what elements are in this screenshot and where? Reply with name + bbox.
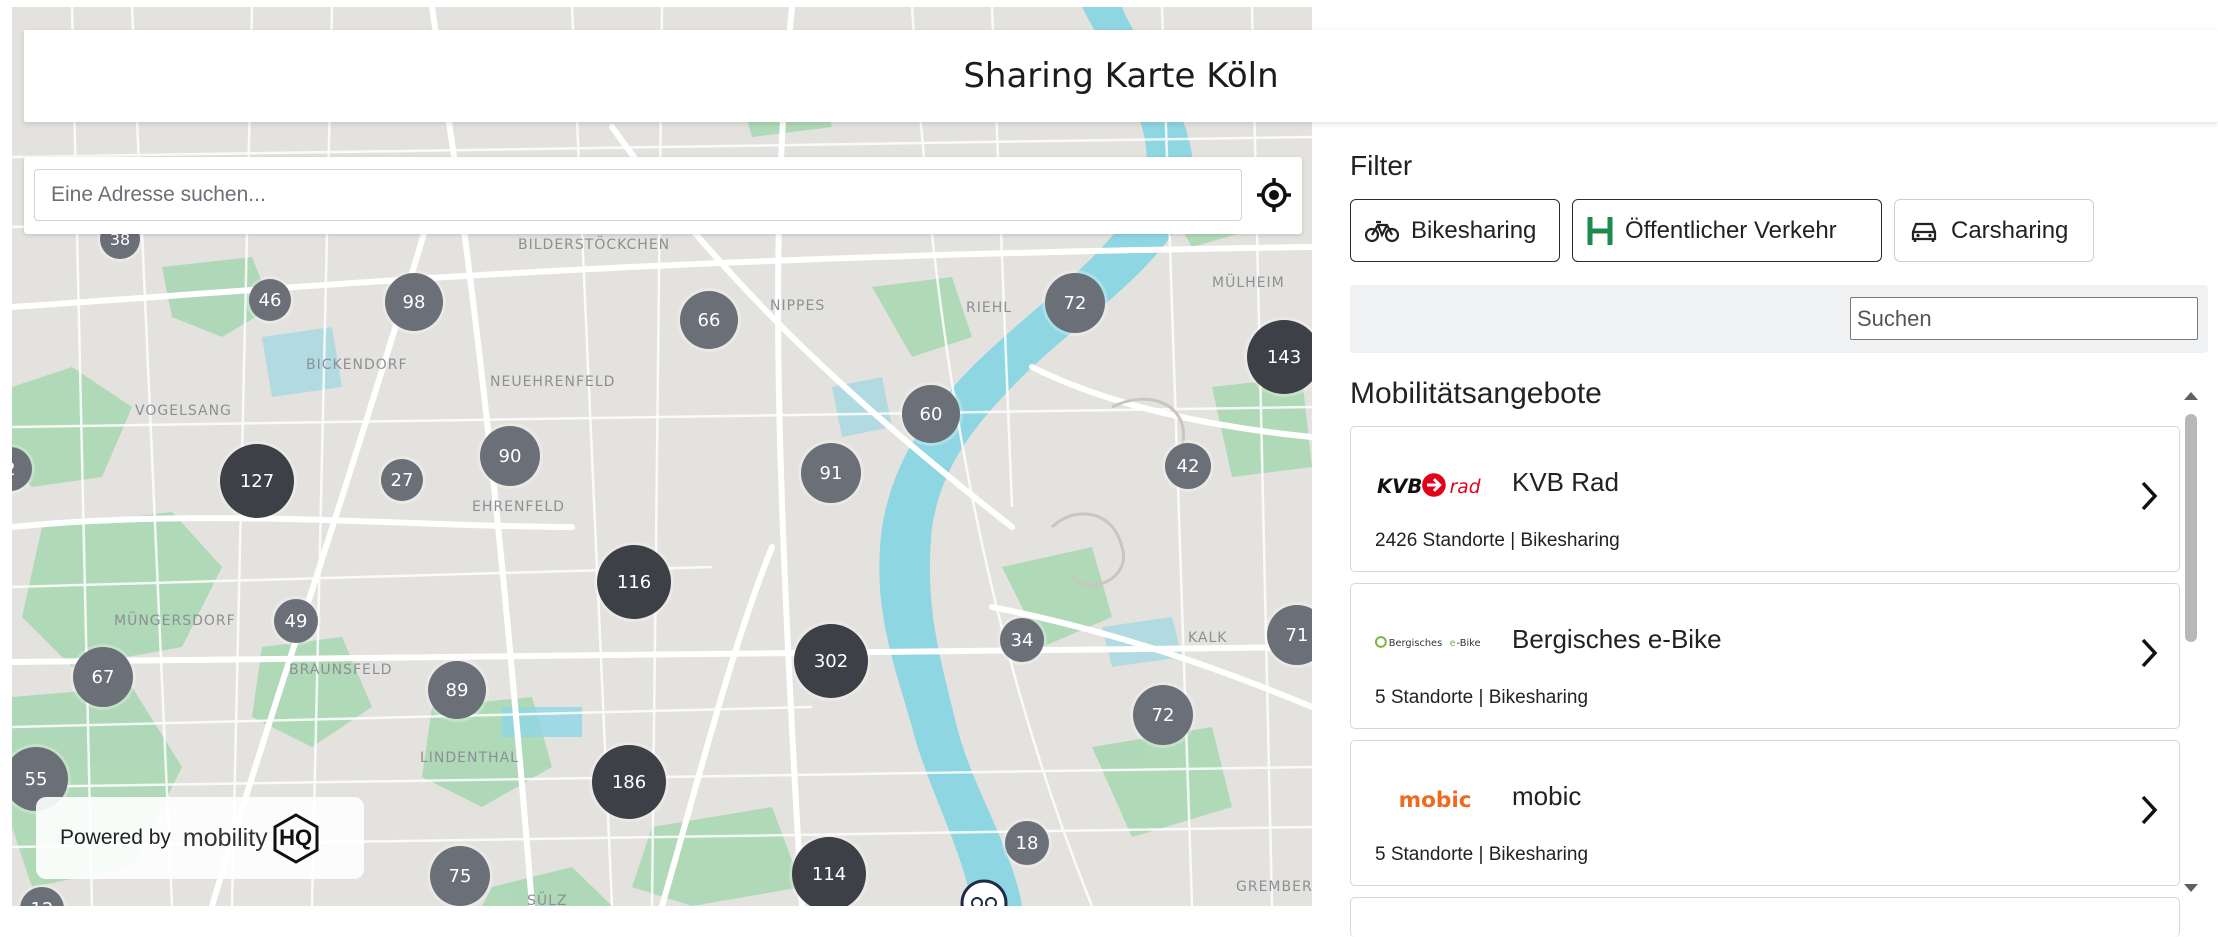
scroll-up-arrow-icon[interactable]: [2180, 388, 2202, 404]
crosshair-icon: [1257, 178, 1291, 212]
powered-by-badge[interactable]: Powered by mobility HQ: [36, 797, 364, 879]
map-cluster[interactable]: 27: [381, 459, 423, 501]
filter-heading: Filter: [1350, 150, 1413, 181]
map-cluster[interactable]: 127: [220, 444, 294, 518]
offer-card-bergisches-ebike[interactable]: Bergisches e -Bike Bergisches e-Bike 5 S…: [1350, 583, 2180, 729]
map-cluster[interactable]: 116: [597, 545, 671, 619]
offer-card-partial[interactable]: [1350, 897, 2180, 937]
map-cluster[interactable]: 98: [385, 273, 443, 331]
address-search-bar: [24, 157, 1302, 234]
bus-stop-h-icon: [1587, 216, 1613, 245]
filter-label: Carsharing: [1951, 216, 2069, 244]
filter-carsharing-button[interactable]: Carsharing: [1894, 199, 2094, 262]
svg-text:e: e: [1450, 638, 1456, 649]
map-cluster[interactable]: 34: [1000, 618, 1044, 662]
sidebar: Filter Bikesharing Öffentlicher Verkehr …: [1312, 122, 2218, 937]
kvb-rad-logo: KVB rad: [1375, 465, 1485, 505]
map-cluster[interactable]: 72: [1045, 273, 1105, 333]
map-cluster[interactable]: 67: [73, 647, 133, 707]
svg-text:rad: rad: [1450, 477, 1481, 498]
mobilityhq-logo-icon: HQ: [270, 812, 322, 864]
bike-icon: [1365, 220, 1399, 242]
offer-meta: 5 Standorte | Bikesharing: [1375, 844, 1589, 865]
map-cluster[interactable]: 42: [1165, 443, 1211, 489]
svg-text:mobic: mobic: [1399, 788, 1472, 813]
chevron-right-icon: [2141, 638, 2158, 668]
scrollbar-thumb[interactable]: [2185, 414, 2197, 642]
map-cluster[interactable]: 90: [480, 426, 540, 486]
scroll-down-arrow-icon[interactable]: [2180, 880, 2202, 896]
map-cluster[interactable]: 75: [430, 846, 490, 906]
brand-name: mobility: [182, 823, 268, 852]
page-title: Sharing Karte Köln: [963, 56, 1279, 96]
map-cluster[interactable]: 302: [794, 624, 868, 698]
map-cluster[interactable]: 66: [680, 291, 738, 349]
offer-name: KVB Rad: [1512, 467, 1619, 497]
svg-text:Bergisches: Bergisches: [1389, 638, 1442, 649]
list-search-row: [1350, 285, 2208, 353]
offers-heading: Mobilitätsangebote: [1350, 377, 1602, 410]
map-cluster[interactable]: 49: [274, 599, 318, 643]
filter-label: Bikesharing: [1411, 216, 1537, 244]
map-cluster[interactable]: 46: [249, 279, 291, 321]
offer-name: mobic: [1512, 781, 1582, 811]
offer-card-kvb-rad[interactable]: KVB rad KVB Rad 2426 Standorte | Bikesha…: [1350, 426, 2180, 572]
map-cluster[interactable]: 186: [592, 745, 666, 819]
map-cluster[interactable]: 18: [1005, 821, 1049, 865]
offers-scrollbar[interactable]: [2180, 384, 2202, 906]
filter-public-transport-button[interactable]: Öffentlicher Verkehr: [1572, 199, 1882, 262]
map-cluster[interactable]: 72: [1133, 685, 1193, 745]
mobic-logo: mobic: [1375, 779, 1485, 819]
offer-meta: 5 Standorte | Bikesharing: [1375, 687, 1589, 708]
offer-name: Bergisches e-Bike: [1512, 624, 1722, 654]
app-header: Sharing Karte Köln: [24, 30, 2218, 122]
map[interactable]: Bilderstöckchen Nippes Riehl Mülheim Bic…: [12, 7, 1312, 906]
map-cluster[interactable]: 89: [428, 661, 486, 719]
list-search-input[interactable]: [1850, 297, 2198, 340]
chevron-right-icon: [2141, 481, 2158, 511]
map-cluster[interactable]: 143: [1247, 320, 1312, 394]
offer-card-mobic[interactable]: mobic mobic 5 Standorte | Bikesharing: [1350, 740, 2180, 886]
powered-by-label: Powered by: [60, 826, 171, 849]
map-cluster[interactable]: 91: [801, 443, 861, 503]
chevron-right-icon: [2141, 795, 2158, 825]
bergisches-ebike-logo: Bergisches e -Bike: [1375, 622, 1485, 662]
map-cluster[interactable]: 60: [902, 385, 960, 443]
filter-bikesharing-button[interactable]: Bikesharing: [1350, 199, 1560, 262]
locate-me-button[interactable]: [1252, 173, 1296, 217]
map-cluster[interactable]: 114: [792, 837, 866, 906]
car-icon: [1911, 222, 1937, 242]
filter-label: Öffentlicher Verkehr: [1625, 216, 1837, 244]
svg-text:-Bike: -Bike: [1457, 638, 1481, 649]
offer-meta: 2426 Standorte | Bikesharing: [1375, 530, 1620, 551]
svg-text:KVB: KVB: [1377, 475, 1422, 498]
address-search-input[interactable]: [34, 169, 1242, 221]
